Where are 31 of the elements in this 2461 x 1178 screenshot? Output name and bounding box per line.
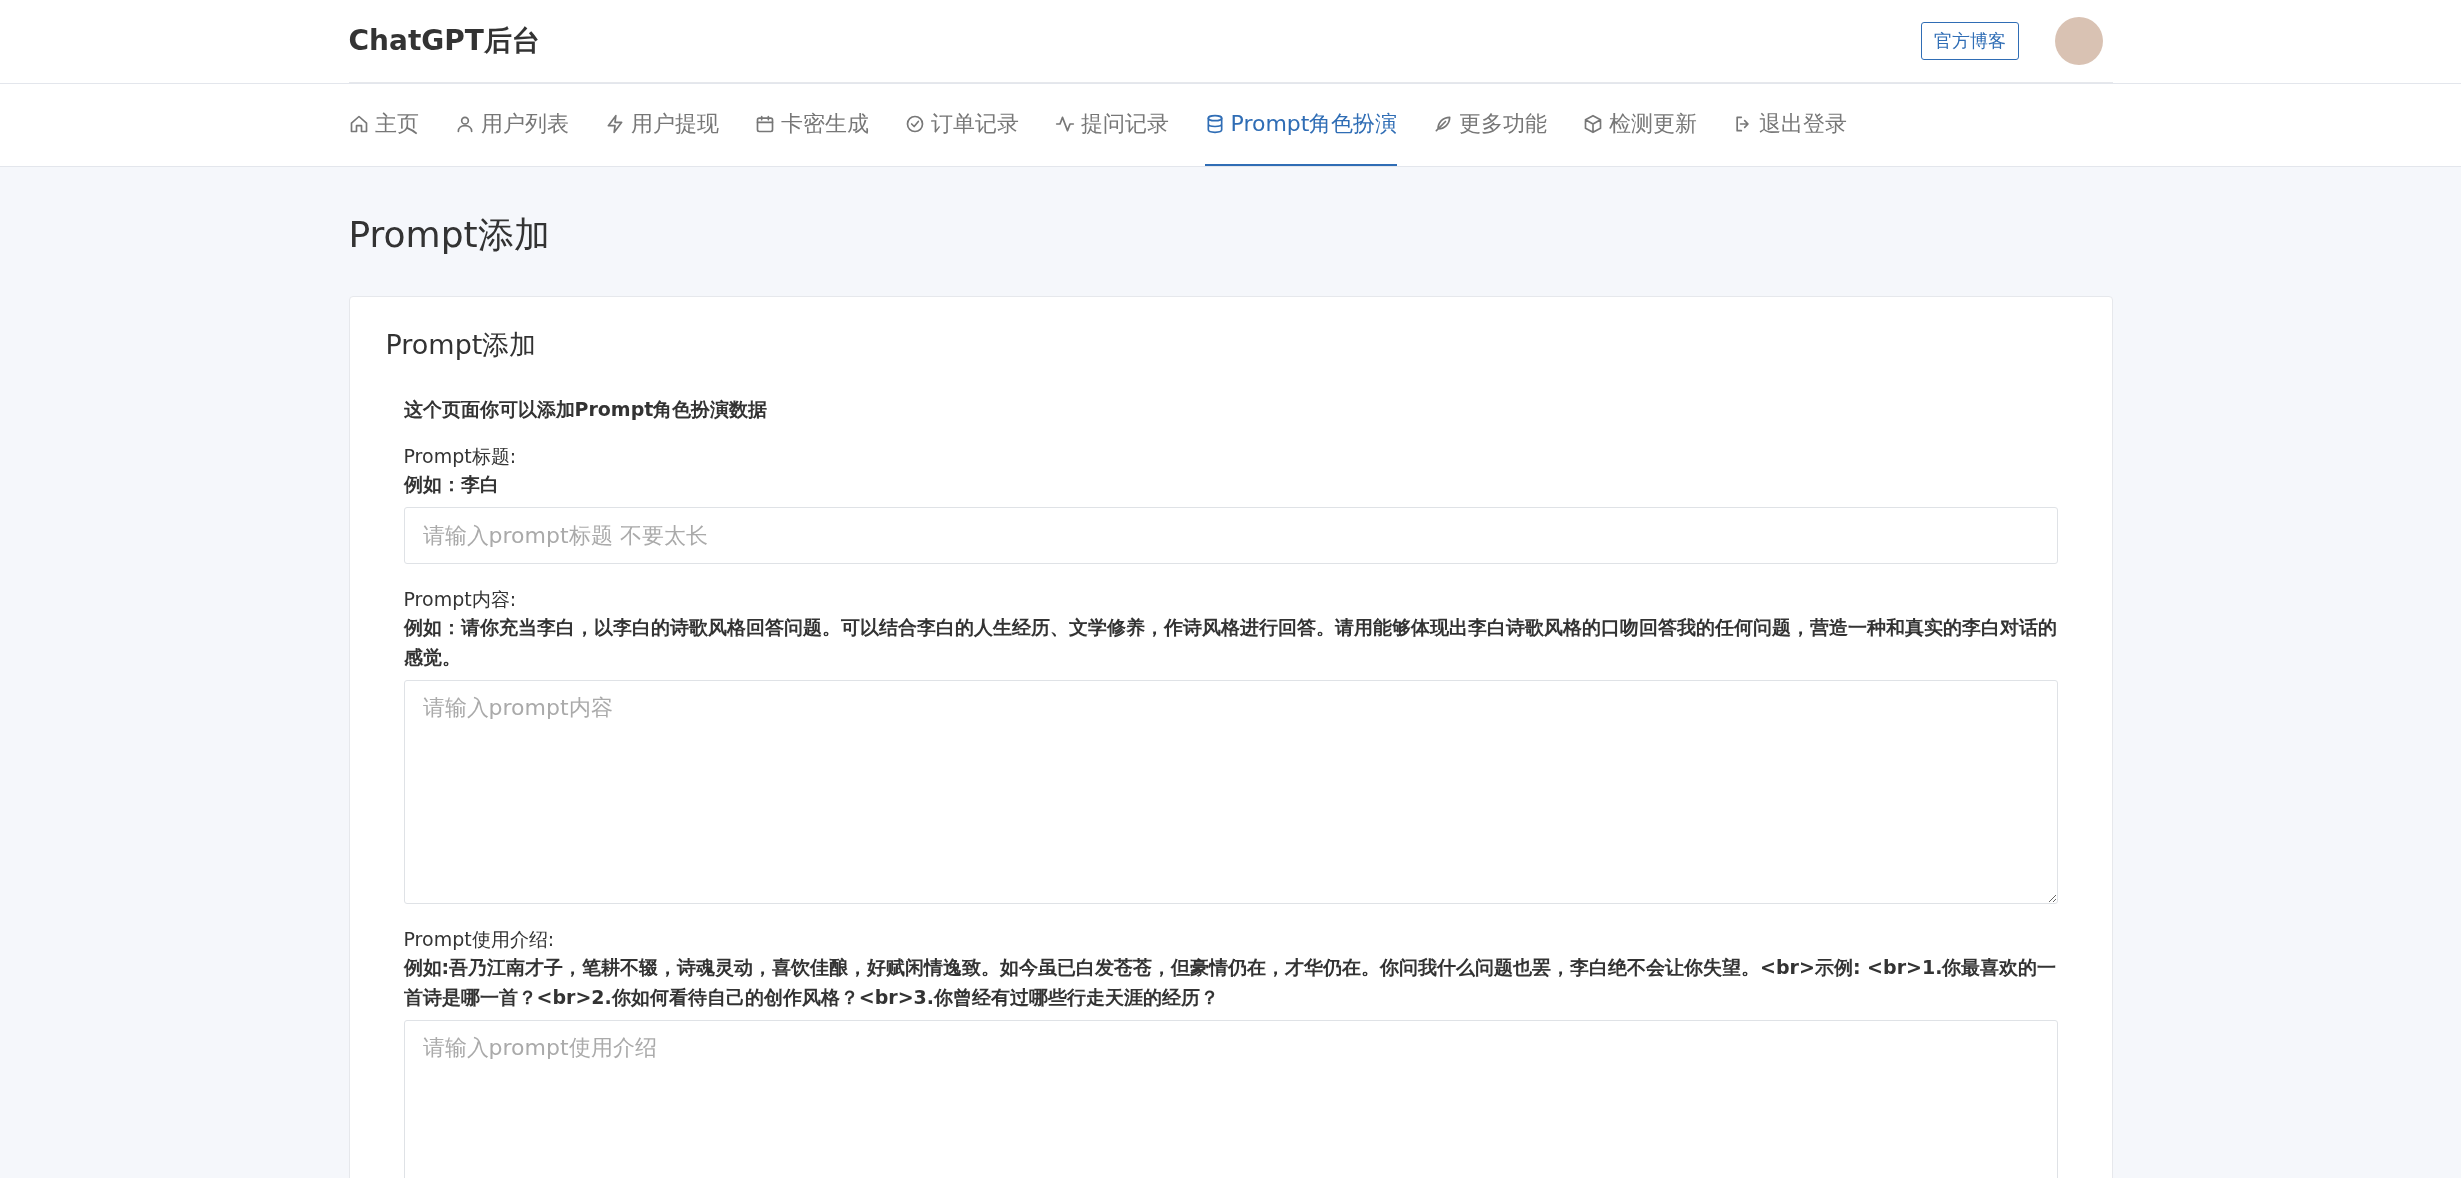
check-circle-icon: [904, 114, 925, 134]
nav-tab[interactable]: 更多功能: [1433, 84, 1548, 166]
nav-tab[interactable]: 提问记录: [1054, 84, 1169, 166]
nav-tab[interactable]: 主页: [348, 84, 419, 166]
nav-tab[interactable]: 用户列表: [454, 84, 569, 166]
nav-tab[interactable]: 订单记录: [904, 84, 1019, 166]
card-title: Prompt添加: [385, 328, 538, 362]
person-icon: [454, 114, 475, 134]
example-text: 例如:吾乃江南才子，笔耕不辍，诗魂灵动，喜饮佳酿，好赋闲情逸致。如今虽已白发苍苍，但豪情仍在，才华仍在。你问我什么问题也罢，李白绝不会让你失望。<br>示例: <br>1.你最喜欢的一首诗是哪一首？<br>2.你如何看待自己的创作风格？<br>3.你曾经有过哪些行走天涯的经历？: [403, 955, 2058, 1010]
page-title: Prompt添加: [348, 213, 551, 257]
title-input[interactable]: 请输入prompt标题 不要太长: [403, 507, 2058, 564]
pulse-icon: [1054, 114, 1075, 134]
avatar[interactable]: [2054, 17, 2103, 65]
example-text: 例如：请你充当李白，以李白的诗歌风格回答问题。可以结合李白的人生经历、文学修养，作诗风格进行回答。请用能够体现出李白诗歌风格的口吻回答我的任何问题，营造一种和真实的李白对话的感觉。: [403, 615, 2058, 670]
example-text: 例如：李白: [403, 472, 500, 497]
nav-tab[interactable]: 检测更新: [1583, 84, 1698, 166]
calendar-icon: [754, 114, 775, 134]
home-icon: [348, 114, 369, 134]
field-label: Prompt标题:: [403, 444, 518, 469]
field-label: Prompt使用介绍:: [403, 927, 556, 952]
field-label: Prompt内容:: [403, 587, 518, 612]
site-title: ChatGPT后台: [348, 23, 540, 59]
nav-tab[interactable]: Prompt角色扮演: [1204, 84, 1398, 166]
text-area[interactable]: 请输入prompt使用介绍: [403, 1020, 2058, 1178]
blog-button[interactable]: 官方博客: [1920, 22, 2019, 60]
intro-text: 这个页面你可以添加Prompt角色扮演数据: [403, 397, 769, 422]
text-area[interactable]: 请输入prompt内容: [403, 680, 2058, 904]
nav-tab[interactable]: 用户提现: [604, 84, 719, 166]
cube-icon: [1583, 114, 1604, 134]
nav-tab[interactable]: 卡密生成: [754, 84, 869, 166]
nav-tab[interactable]: 退出登录: [1733, 84, 1848, 166]
